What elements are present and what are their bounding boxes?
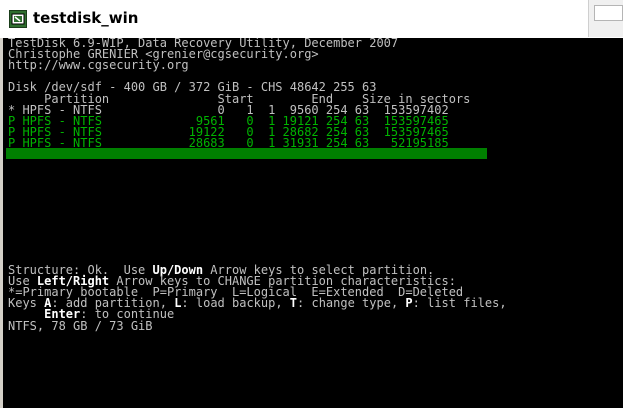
app-window: testdisk_win TestDisk 6.9-WIP, Data Reco… [0,0,623,408]
window-title: testdisk_win [33,9,139,27]
key-hint: T [289,296,298,311]
title-bar[interactable]: testdisk_win [0,0,623,38]
console-area[interactable]: TestDisk 6.9-WIP, Data Recovery Utility,… [3,38,623,408]
adjacent-window-control[interactable] [594,5,623,21]
footer-text: : list files, [412,296,507,311]
footer-text: : load backup, [181,296,290,311]
status-line: NTFS, 78 GB / 73 GiB [8,318,153,333]
footer-text: : change type, [297,296,406,311]
header-line-3: http://www.cgsecurity.org [8,58,189,73]
disk-app-icon [9,10,27,28]
key-hint: P [405,296,413,311]
adjacent-window-strip[interactable] [588,0,623,37]
partition-row[interactable]: P HPFS - NTFS 28683 0 1 31931 254 63 521… [8,137,449,149]
